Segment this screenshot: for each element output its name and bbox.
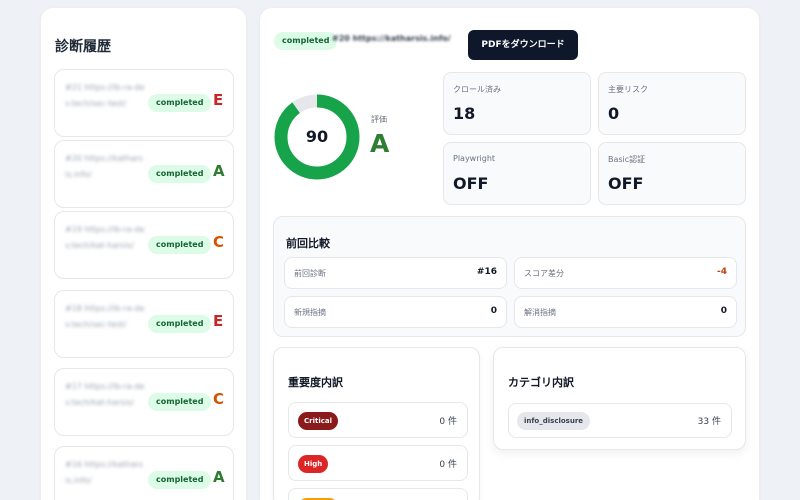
compare-score-diff: スコア差分 -4 <box>514 257 737 289</box>
grade-label: C <box>213 390 225 408</box>
severity-breakdown: 重要度内訳 Critical 0 件 High 0 件 <box>273 347 480 500</box>
severity-count: 0 件 <box>439 460 457 470</box>
history-item[interactable]: #20 https://katharsis.info/ completed A <box>54 140 234 208</box>
stat-value: 18 <box>453 104 476 123</box>
detail-panel: completed #20 https://katharsis.info/ PD… <box>260 8 759 500</box>
history-item[interactable]: #16 https://katharsis.info/ completed A <box>54 446 234 500</box>
compare-label: 前回診断 <box>294 269 326 278</box>
status-badge: completed <box>274 32 338 50</box>
stat-major-risk: 主要リスク 0 <box>598 72 746 135</box>
comparison-section: 前回比較 前回診断 #16 スコア差分 -4 新規指摘 0 解消指摘 0 <box>273 216 746 337</box>
compare-label: 解消指摘 <box>524 308 556 317</box>
stat-value: OFF <box>608 174 644 193</box>
history-title: 診断履歴 <box>55 39 111 55</box>
history-item-url: #21 https://lb-ra-dev.tech/sec-test/ <box>65 83 145 108</box>
category-count: 33 件 <box>697 417 721 427</box>
grade-label: E <box>213 312 224 330</box>
stat-value: OFF <box>453 174 489 193</box>
status-badge: completed <box>148 165 212 183</box>
stat-label: Basic認証 <box>608 155 646 164</box>
history-item-url: #18 https://lb-ra-dev.tech/sec-test/ <box>65 304 145 329</box>
severity-badge: High <box>298 455 329 473</box>
compare-value: 0 <box>720 306 727 316</box>
history-item[interactable]: #19 https://lb-ra-dev.tech/kat-harsis/ c… <box>54 211 234 279</box>
stat-label: 主要リスク <box>608 85 648 94</box>
compare-resolved-findings: 解消指摘 0 <box>514 296 737 328</box>
grade-label: C <box>213 233 225 251</box>
compare-value: -4 <box>717 267 727 277</box>
status-badge: completed <box>148 393 212 411</box>
comparison-title: 前回比較 <box>286 237 330 250</box>
grade-label: E <box>213 91 224 109</box>
history-item-url: #19 https://lb-ra-dev.tech/kat-harsis/ <box>65 225 145 250</box>
stat-basic-auth: Basic認証 OFF <box>598 142 746 205</box>
severity-row-high: High 0 件 <box>288 445 468 481</box>
severity-title: 重要度内訳 <box>288 376 343 389</box>
history-item-url: #16 https://katharsis.info/ <box>65 460 144 485</box>
status-badge: completed <box>148 236 212 254</box>
severity-row-critical: Critical 0 件 <box>288 402 468 438</box>
status-badge: completed <box>148 315 212 333</box>
status-badge: completed <box>148 94 212 112</box>
history-item-url: #20 https://katharsis.info/ <box>65 154 144 179</box>
history-panel: 診断履歴 #21 https://lb-ra-dev.tech/sec-test… <box>41 8 246 500</box>
category-badge: info_disclosure <box>517 412 591 430</box>
compare-label: スコア差分 <box>524 269 564 278</box>
severity-count: 0 件 <box>439 417 457 427</box>
compare-new-findings: 新規指摘 0 <box>284 296 507 328</box>
stat-crawled: クロール済み 18 <box>443 72 591 135</box>
category-breakdown: カテゴリ内訳 info_disclosure 33 件 <box>493 347 746 450</box>
compare-previous-scan: 前回診断 #16 <box>284 257 507 289</box>
scan-title: #20 https://katharsis.info/ <box>332 34 451 43</box>
severity-badge: Critical <box>298 412 339 430</box>
category-title: カテゴリ内訳 <box>508 376 574 389</box>
category-row: info_disclosure 33 件 <box>508 403 732 438</box>
grade-value: A <box>370 129 390 158</box>
severity-row-medium <box>288 488 468 500</box>
compare-value: #16 <box>476 267 497 277</box>
grade-label: A <box>213 162 225 180</box>
status-badge: completed <box>148 471 212 489</box>
history-item[interactable]: #18 https://lb-ra-dev.tech/sec-test/ com… <box>54 290 234 358</box>
grade-label: A <box>213 468 225 486</box>
grade-caption: 評価 <box>371 115 387 124</box>
stat-value: 0 <box>608 104 620 123</box>
compare-value: 0 <box>490 306 497 316</box>
stat-playwright: Playwright OFF <box>443 142 591 205</box>
compare-label: 新規指摘 <box>294 308 326 317</box>
history-item[interactable]: #17 https://lb-ra-dev.tech/kat-harsis/ c… <box>54 368 234 436</box>
history-item-url: #17 https://lb-ra-dev.tech/kat-harsis/ <box>65 382 145 407</box>
stat-label: Playwright <box>453 154 496 163</box>
score-value: 90 <box>305 127 329 146</box>
download-pdf-button[interactable]: PDFをダウンロード <box>468 30 578 60</box>
stat-label: クロール済み <box>453 85 501 94</box>
history-item[interactable]: #21 https://lb-ra-dev.tech/sec-test/ com… <box>54 69 234 137</box>
